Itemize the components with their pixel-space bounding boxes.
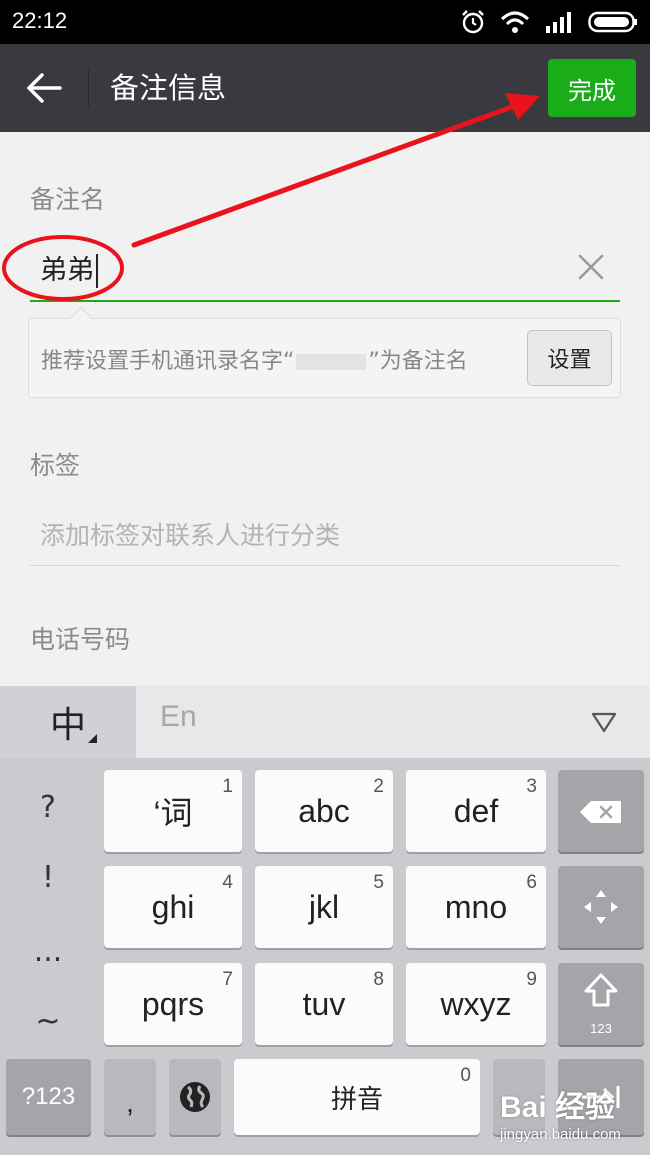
- mode-key-label: ?123: [21, 1083, 76, 1110]
- collapse-triangle-icon: [591, 712, 617, 733]
- key-label: pqrs: [141, 985, 205, 1022]
- cursor-move-icon: [584, 890, 618, 924]
- key-label: ‘词: [153, 795, 193, 831]
- backspace-key[interactable]: [558, 770, 644, 852]
- baidu-jingyan-watermark: Bai 经验 jingyan.baidu.com: [500, 1082, 650, 1152]
- back-button[interactable]: [22, 68, 66, 108]
- key-1[interactable]: ‘词 1: [104, 770, 242, 852]
- text-caret: [96, 254, 98, 288]
- phone-label: 电话号码: [30, 625, 131, 654]
- battery-icon: [588, 11, 637, 33]
- cursor-move-key[interactable]: [558, 866, 644, 948]
- tab-chinese[interactable]: 中: [0, 686, 136, 758]
- tag-input[interactable]: 添加标签对联系人进行分类: [30, 502, 620, 566]
- key-label: def: [453, 792, 499, 829]
- shift-key[interactable]: 123: [558, 963, 644, 1045]
- key-number: 1: [222, 776, 233, 797]
- tag-label: 标签: [30, 451, 81, 480]
- shift-sub-label: 123: [590, 1021, 612, 1036]
- remark-input[interactable]: 弟弟: [30, 236, 620, 302]
- form-area: 备注名 弟弟 推荐设置手机通讯录名字“ ”为备注名 设置 标签 添加标签对联系人进…: [0, 132, 650, 686]
- key-number: 6: [526, 872, 537, 893]
- suggestion-text: 推荐设置手机通讯录名字“ ”为备注名: [41, 343, 468, 375]
- key-number: 5: [373, 872, 384, 893]
- watermark-logo: Bai 经验: [500, 1091, 616, 1124]
- symbol-ellipsis[interactable]: ...: [0, 934, 96, 969]
- set-button[interactable]: 设置: [527, 330, 612, 386]
- status-icons: [460, 8, 638, 36]
- status-bar: 22:12: [0, 0, 650, 44]
- shift-icon: [584, 973, 618, 1007]
- globe-key[interactable]: [169, 1059, 221, 1135]
- tag-placeholder: 添加标签对联系人进行分类: [40, 521, 341, 550]
- close-icon: [578, 254, 604, 280]
- tab-chinese-label: 中: [49, 705, 86, 746]
- key-number: 9: [526, 969, 537, 990]
- tab-english[interactable]: En: [160, 700, 250, 744]
- suggestion-prefix: 推荐设置手机通讯录名字“: [41, 349, 295, 374]
- space-key-number: 0: [460, 1065, 471, 1086]
- signal-icon: [546, 12, 571, 33]
- suggestion-notch: [69, 306, 93, 330]
- remark-value: 弟弟: [40, 255, 94, 286]
- key-number: 2: [373, 776, 384, 797]
- key-number: 8: [373, 969, 384, 990]
- key-4[interactable]: ghi 4: [104, 866, 242, 948]
- key-label: wxyz: [440, 985, 512, 1022]
- suggestion-suffix: ”为备注名: [368, 349, 468, 374]
- collapse-keyboard-button[interactable]: [590, 710, 618, 734]
- suggestion-box: 推荐设置手机通讯录名字“ ”为备注名 设置: [28, 306, 621, 398]
- key-label: mno: [444, 888, 508, 925]
- keyboard-top-bar: 中 En: [0, 686, 650, 758]
- key-number: 7: [222, 969, 233, 990]
- key-9[interactable]: wxyz 9: [406, 963, 546, 1045]
- key-5[interactable]: jkl 5: [255, 866, 393, 948]
- key-number: 4: [222, 872, 233, 893]
- key-6[interactable]: mno 6: [406, 866, 546, 948]
- key-label: jkl: [308, 888, 340, 925]
- key-3[interactable]: def 3: [406, 770, 546, 852]
- key-label: ghi: [151, 888, 195, 925]
- clear-button[interactable]: [574, 250, 608, 284]
- symbol-tilde[interactable]: ~: [0, 1004, 96, 1039]
- title-bar: 备注信息 完成: [0, 44, 650, 132]
- remark-label: 备注名: [30, 185, 106, 214]
- wifi-icon: [500, 11, 530, 33]
- title-divider: [88, 68, 89, 108]
- key-2[interactable]: abc 2: [255, 770, 393, 852]
- key-label: abc: [298, 792, 350, 829]
- mode-key[interactable]: ?123: [6, 1059, 91, 1135]
- comma-key-label: ,: [126, 1087, 134, 1118]
- symbol-question[interactable]: ?: [0, 790, 96, 825]
- done-button[interactable]: 完成: [548, 59, 636, 117]
- key-7[interactable]: pqrs 7: [104, 963, 242, 1045]
- corner-triangle-icon: [88, 734, 97, 743]
- key-8[interactable]: tuv 8: [255, 963, 393, 1045]
- space-key[interactable]: 拼音 0: [234, 1059, 480, 1135]
- watermark-url: jingyan.baidu.com: [500, 1126, 621, 1143]
- backspace-icon: [580, 801, 621, 823]
- blurred-name: [296, 354, 367, 370]
- symbol-exclaim[interactable]: !: [0, 860, 96, 895]
- back-arrow-icon: [27, 73, 62, 103]
- page-title: 备注信息: [110, 71, 227, 105]
- globe-icon: [180, 1082, 210, 1112]
- status-time: 22:12: [12, 8, 68, 33]
- comma-key[interactable]: ,: [104, 1059, 156, 1135]
- space-key-label: 拼音: [330, 1083, 383, 1114]
- key-label: tuv: [302, 985, 346, 1022]
- key-number: 3: [526, 776, 537, 797]
- alarm-icon: [462, 10, 484, 34]
